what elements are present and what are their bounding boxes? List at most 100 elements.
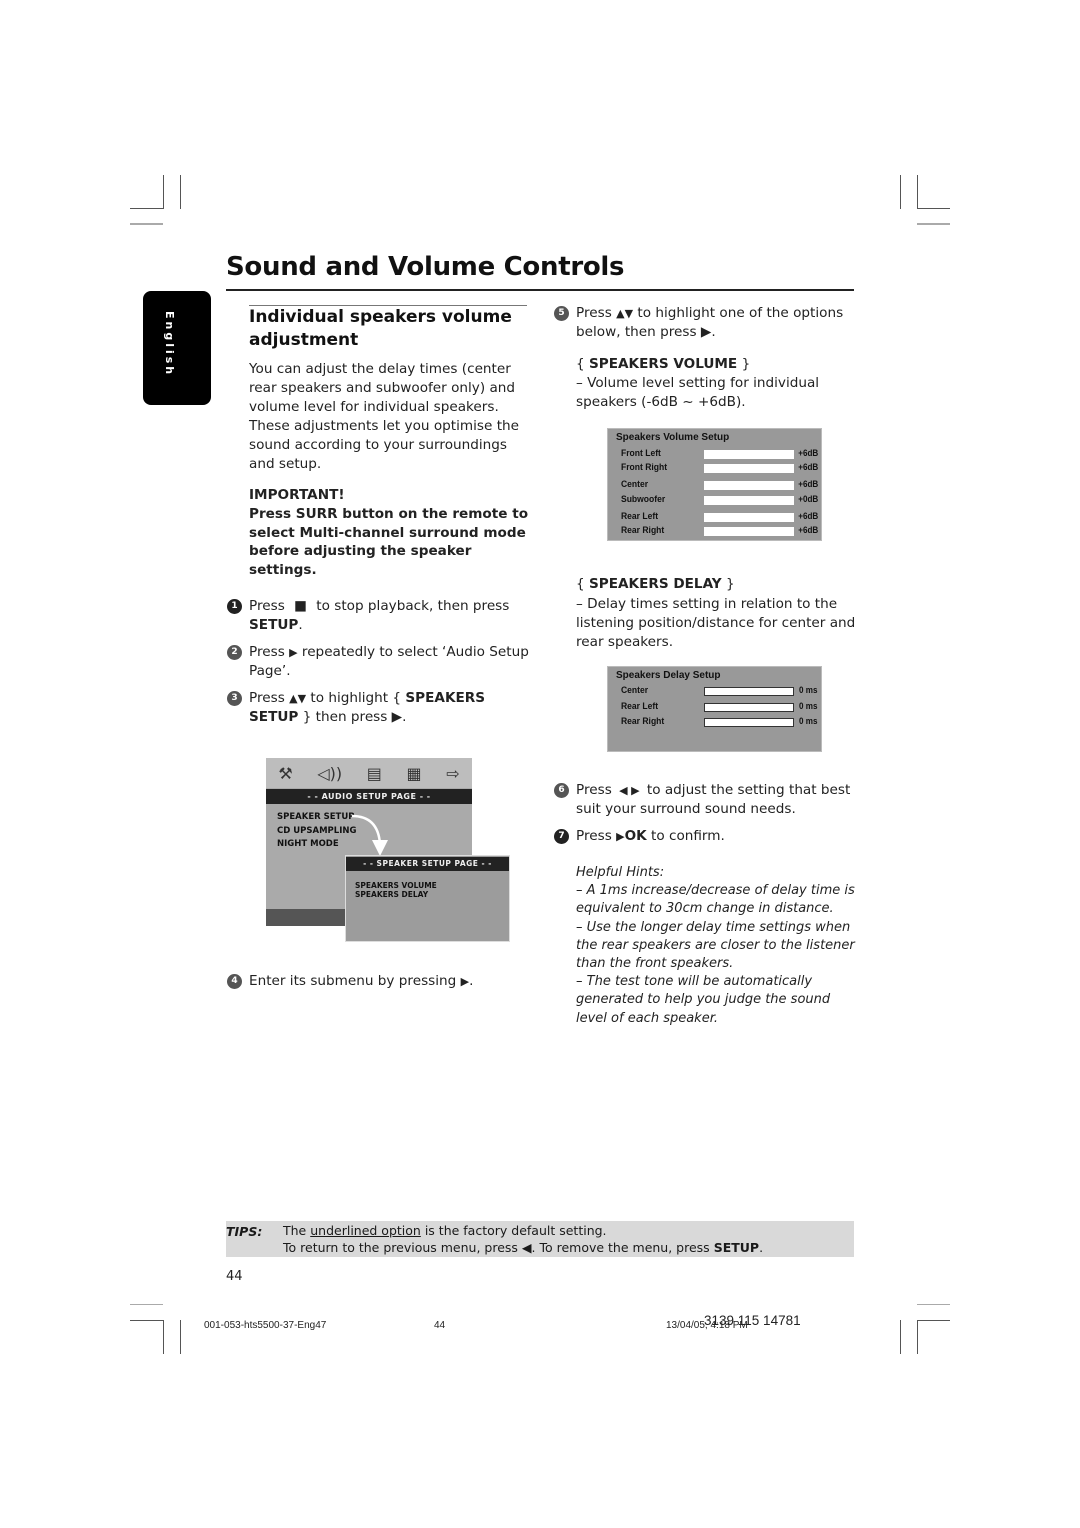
crop-mark <box>917 175 918 209</box>
tips-label: TIPS: <box>226 1224 263 1239</box>
row-value: 0 ms <box>799 716 818 726</box>
menu-item-night-mode[interactable]: NIGHT MODE <box>277 839 339 849</box>
step-text: Press <box>249 598 285 614</box>
play-right-icon: ▶ <box>616 830 625 843</box>
stop-icon: ■ <box>294 598 307 614</box>
option-name: SPEAKERS DELAY <box>588 576 722 592</box>
delay-bar[interactable] <box>704 718 794 727</box>
up-down-icon: ▲▼ <box>616 307 634 320</box>
volume-row[interactable]: Rear Left +6dB <box>608 511 821 525</box>
step-text: . <box>298 617 303 633</box>
play-right-icon: ▶ <box>460 975 470 988</box>
up-down-icon: ▲▼ <box>289 692 307 705</box>
level-bar[interactable] <box>704 464 794 473</box>
volume-row[interactable]: Center +6dB <box>608 479 821 493</box>
delay-bar[interactable] <box>704 687 794 696</box>
tips-text: is the factory default setting. <box>424 1223 607 1238</box>
step-number: 5 <box>554 306 569 321</box>
step-7: 7 Press ▶OK to confirm. <box>554 827 856 846</box>
menu-icon-bar: ⚒ ◁)) ▤ ▦ ⇨ <box>266 758 472 788</box>
step-text: Press <box>249 644 285 660</box>
step-text: Press <box>576 305 612 321</box>
menu-item-speakers-volume[interactable]: SPEAKERS VOLUME <box>355 881 437 890</box>
tips-setup-label: SETUP <box>713 1240 760 1255</box>
brace: { <box>576 576 585 592</box>
delay-row[interactable]: Rear Right 0 ms <box>608 716 821 730</box>
row-value: 0 ms <box>799 685 818 695</box>
level-bar[interactable] <box>704 513 794 522</box>
tips-line-2: To return to the previous menu, press ◀.… <box>283 1240 763 1255</box>
row-label: Rear Left <box>621 511 659 522</box>
setup-key-label: SETUP <box>249 617 299 633</box>
delay-row[interactable]: Center 0 ms <box>608 685 821 699</box>
ok-key-label: OK <box>624 828 647 844</box>
step-number: 2 <box>227 645 242 660</box>
menu-footer-bar <box>266 909 346 926</box>
helpful-hints: Helpful Hints: – A 1ms increase/decrease… <box>576 864 856 1028</box>
crop-mark <box>130 1304 163 1305</box>
volume-row[interactable]: Front Left +6dB <box>608 448 821 462</box>
footer-code: 3139 115 14781 <box>704 1313 801 1328</box>
delay-bar[interactable] <box>704 703 794 712</box>
brace: } <box>725 576 735 592</box>
crop-mark <box>917 1304 950 1305</box>
footer-page: 44 <box>434 1320 446 1331</box>
speakers-delay-panel: Speakers Delay Setup Center 0 ms Rear Le… <box>607 666 822 752</box>
row-value: +6dB <box>797 448 818 458</box>
hint-item: – A 1ms increase/decrease of delay time … <box>576 883 855 917</box>
tips-underlined: underlined option <box>310 1223 421 1238</box>
crop-mark <box>180 175 181 209</box>
hint-item: – Use the longer delay time settings whe… <box>576 919 855 972</box>
volume-row[interactable]: Front Right +6dB <box>608 462 821 476</box>
menu-item-speakers-delay[interactable]: SPEAKERS DELAY <box>355 890 428 899</box>
exit-icon: ⇨ <box>446 763 460 783</box>
step-text: . <box>469 973 474 989</box>
crop-mark <box>900 175 901 209</box>
step-3: 3 Press ▲▼ to highlight { SPEAKERS SETUP… <box>227 689 534 727</box>
step-text: to adjust the setting that best suit you… <box>576 782 851 817</box>
step-number: 7 <box>554 829 569 844</box>
crop-mark <box>917 208 950 209</box>
arrow-icon <box>351 814 388 856</box>
panel-title: Speakers Volume Setup <box>616 432 730 443</box>
step-text: to stop playback, then press <box>316 598 510 614</box>
menu-item-speaker-setup[interactable]: SPEAKER SETUP <box>277 812 355 822</box>
step-text: Press <box>576 828 612 844</box>
volume-row[interactable]: Subwoofer +0dB <box>608 494 821 508</box>
row-label: Front Right <box>621 462 668 473</box>
level-bar[interactable] <box>704 481 794 490</box>
row-value: +6dB <box>797 479 818 489</box>
step-number: 1 <box>227 599 242 614</box>
volume-row[interactable]: Rear Right +6dB <box>608 525 821 539</box>
row-label: Rear Right <box>621 716 665 727</box>
crop-mark <box>917 1320 918 1354</box>
hint-item: – The test tone will be automatically ge… <box>576 974 831 1026</box>
speaker-setup-header: - - SPEAKER SETUP PAGE - - <box>346 857 509 871</box>
level-bar[interactable] <box>704 496 794 505</box>
row-value: +0dB <box>797 494 818 504</box>
option-name: SPEAKERS VOLUME <box>588 356 738 372</box>
delay-row[interactable]: Rear Left 0 ms <box>608 701 821 715</box>
panel-title: Speakers Delay Setup <box>616 670 721 681</box>
step-text: to confirm. <box>651 828 725 844</box>
menu-item-cd-upsampling[interactable]: CD UPSAMPLING <box>277 826 356 836</box>
brace: { <box>576 356 585 372</box>
crop-mark <box>163 175 164 209</box>
row-value: +6dB <box>797 525 818 535</box>
step-text: } then press ▶. <box>302 709 407 725</box>
speakers-volume-panel: Speakers Volume Setup Front Left +6dB Fr… <box>607 428 822 541</box>
speakers-delay-heading: { SPEAKERS DELAY } <box>576 575 856 594</box>
step-number: 6 <box>554 783 569 798</box>
film-icon: ▤ <box>366 763 382 783</box>
level-bar[interactable] <box>704 450 794 459</box>
hints-title: Helpful Hints: <box>576 865 665 880</box>
page-title: Sound and Volume Controls <box>226 252 625 282</box>
row-label: Rear Left <box>621 701 659 712</box>
speakers-volume-desc: – Volume level setting for individual sp… <box>576 375 820 410</box>
title-divider <box>226 289 854 291</box>
level-bar[interactable] <box>704 527 794 536</box>
crop-mark <box>917 1320 950 1321</box>
crop-mark <box>180 1320 181 1354</box>
language-tab: English <box>143 291 211 405</box>
speakers-delay-desc: – Delay times setting in relation to the… <box>576 596 856 650</box>
